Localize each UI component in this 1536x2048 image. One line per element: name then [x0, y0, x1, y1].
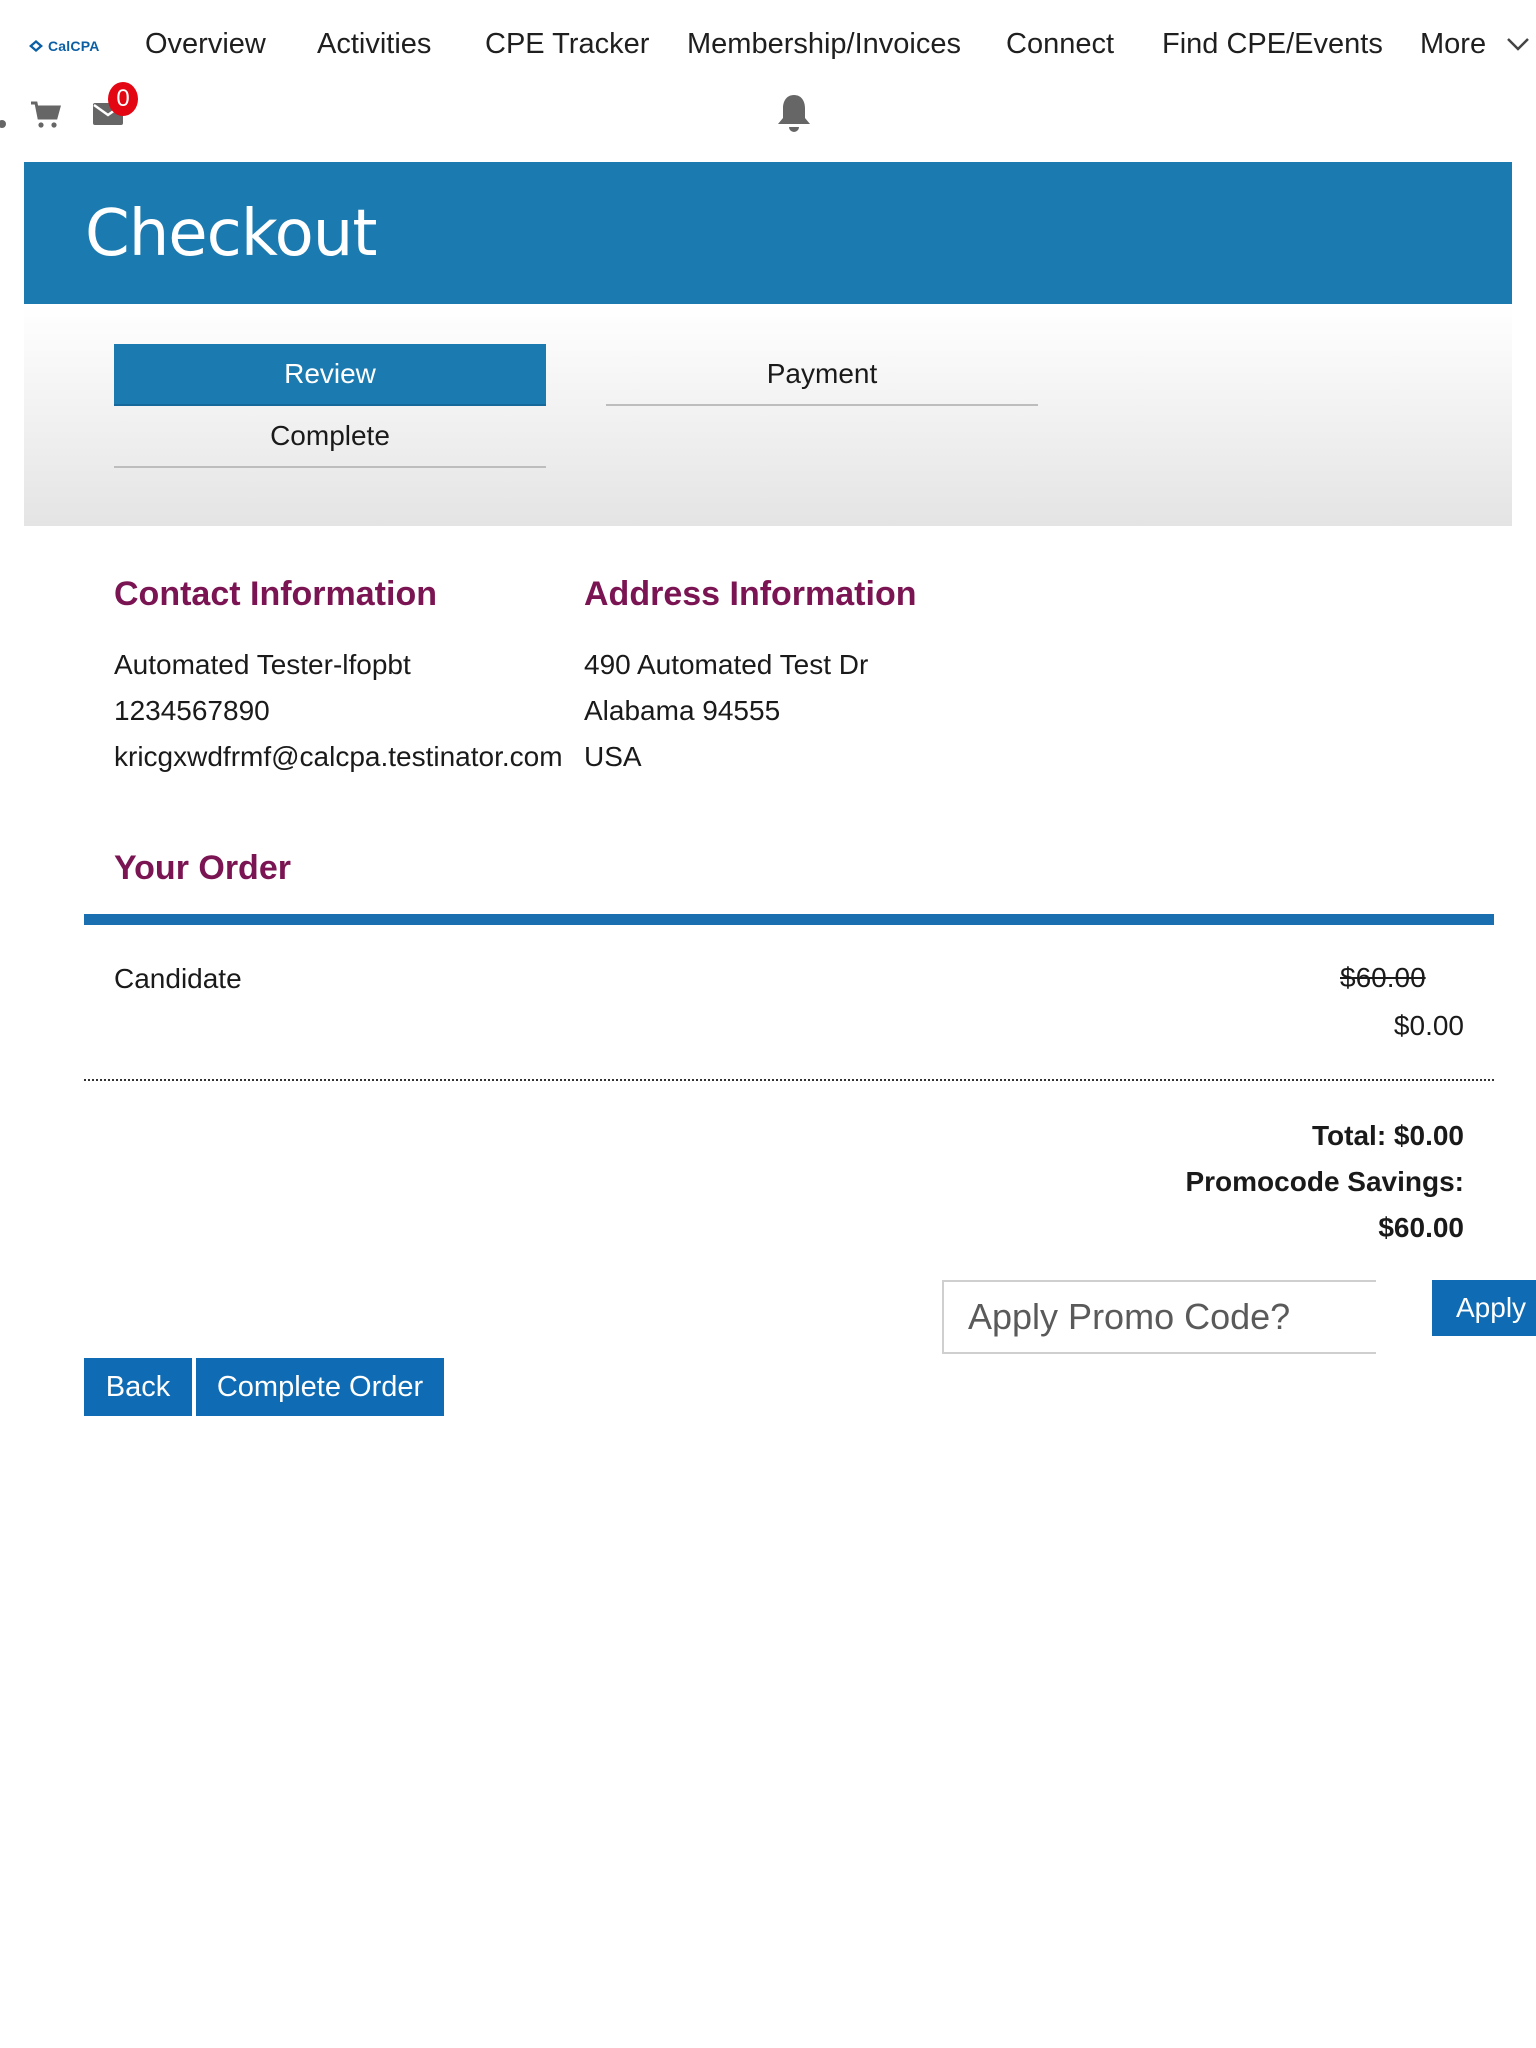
- step-review[interactable]: Review: [114, 344, 546, 406]
- nav-activities[interactable]: Activities: [317, 24, 431, 64]
- address-state-zip: Alabama 94555: [584, 695, 781, 726]
- contact-heading: Contact Information: [114, 575, 437, 613]
- order-dotted-divider: [84, 1079, 1494, 1081]
- page-title: Checkout: [85, 197, 377, 271]
- calcpa-logo-mark-icon: [28, 39, 44, 53]
- nav-overview[interactable]: Overview: [145, 24, 266, 64]
- address-country: USA: [584, 741, 642, 772]
- order-item-name: Candidate: [114, 963, 242, 994]
- promo-code-input[interactable]: [942, 1280, 1376, 1354]
- promocode-savings-value: $60.00: [1378, 1212, 1464, 1243]
- address-street: 490 Automated Test Dr: [584, 649, 869, 680]
- order-heading: Your Order: [114, 849, 291, 887]
- order-total: Total: $0.00: [1312, 1120, 1464, 1151]
- step-payment[interactable]: Payment: [606, 344, 1038, 406]
- address-heading: Address Information: [584, 575, 917, 613]
- contact-phone: 1234567890: [114, 695, 270, 726]
- nav-find-cpe-events[interactable]: Find CPE/Events: [1162, 24, 1383, 64]
- order-divider-bar: [84, 914, 1494, 925]
- contact-name: Automated Tester-lfopbt: [114, 649, 411, 680]
- step-complete[interactable]: Complete: [114, 406, 546, 468]
- order-item-original-price: $60.00: [1340, 962, 1426, 993]
- nav-connect[interactable]: Connect: [1006, 24, 1114, 64]
- contact-email: kricgxwdfrmf@calcpa.testinator.com: [114, 741, 563, 772]
- calcpa-logo-text: CalCPA: [48, 38, 100, 54]
- promocode-savings-label: Promocode Savings:: [1185, 1166, 1464, 1197]
- apply-promo-button[interactable]: Apply: [1432, 1280, 1536, 1336]
- nav-more[interactable]: More: [1420, 24, 1486, 64]
- order-item-price: $0.00: [1393, 1010, 1464, 1041]
- message-count-badge: 0: [108, 82, 138, 116]
- nav-cpe-tracker[interactable]: CPE Tracker: [485, 24, 649, 64]
- user-icon[interactable]: [0, 112, 10, 133]
- cart-icon[interactable]: [30, 100, 62, 135]
- bell-icon[interactable]: [774, 92, 814, 139]
- nav-membership-invoices[interactable]: Membership/Invoices: [687, 24, 961, 64]
- back-button[interactable]: Back: [84, 1358, 192, 1416]
- chevron-down-icon[interactable]: [1506, 36, 1530, 57]
- complete-order-button[interactable]: Complete Order: [196, 1358, 444, 1416]
- calcpa-logo[interactable]: CalCPA: [28, 36, 100, 56]
